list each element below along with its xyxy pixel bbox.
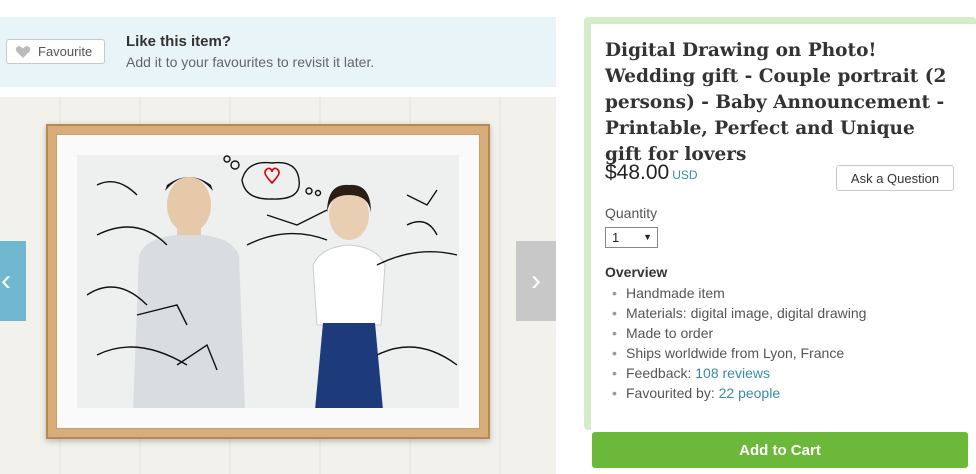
quantity-label: Quantity (605, 205, 658, 221)
listing-photo[interactable] (77, 155, 459, 408)
favourite-banner: Favourite Like this item? Add it to your… (0, 17, 556, 87)
listing-price: $48.00 USD (605, 161, 698, 185)
favourite-title: Like this item? (126, 33, 232, 50)
reviews-link[interactable]: 108 reviews (695, 365, 770, 381)
quantity-value: 1 (612, 230, 620, 245)
list-item-favourited: Favourited by: 22 people (612, 383, 866, 403)
previous-image-button[interactable]: ‹ (0, 241, 26, 321)
dropdown-arrow-icon: ▼ (643, 232, 652, 242)
list-item: Handmade item (612, 283, 866, 303)
couple-illustration (77, 155, 459, 408)
favourite-button[interactable]: Favourite (6, 39, 105, 64)
list-item: Made to order (612, 323, 866, 343)
feedback-label: Feedback: (626, 365, 696, 381)
list-item: Ships worldwide from Lyon, France (612, 343, 866, 363)
picture-frame (46, 124, 490, 439)
listing-title: Digital Drawing on Photo! Wedding gift -… (605, 40, 947, 165)
add-to-cart-button[interactable]: Add to Cart (592, 432, 968, 468)
favourited-label: Favourited by: (626, 385, 719, 401)
overview-list: Handmade item Materials: digital image, … (612, 283, 866, 403)
next-image-button[interactable]: › (516, 241, 556, 321)
price-amount: $48.00 (605, 161, 670, 184)
price-currency: USD (672, 168, 698, 182)
favourited-people-link[interactable]: 22 people (719, 385, 781, 401)
chevron-right-icon: › (531, 264, 541, 297)
overview-heading: Overview (605, 264, 668, 280)
quantity-select[interactable]: 1 ▼ (605, 227, 658, 248)
listing-image-gallery: ‹ › (0, 97, 556, 474)
heart-icon (15, 45, 31, 59)
favourite-subtitle: Add it to your favourites to revisit it … (126, 54, 375, 70)
list-item: Materials: digital image, digital drawin… (612, 303, 866, 323)
ask-question-button[interactable]: Ask a Question (836, 165, 954, 191)
favourite-button-label: Favourite (38, 44, 93, 59)
list-item-feedback: Feedback: 108 reviews (612, 363, 866, 383)
chevron-left-icon: ‹ (1, 264, 11, 297)
listing-details-panel: Digital Drawing on Photo! Wedding gift -… (584, 17, 976, 430)
